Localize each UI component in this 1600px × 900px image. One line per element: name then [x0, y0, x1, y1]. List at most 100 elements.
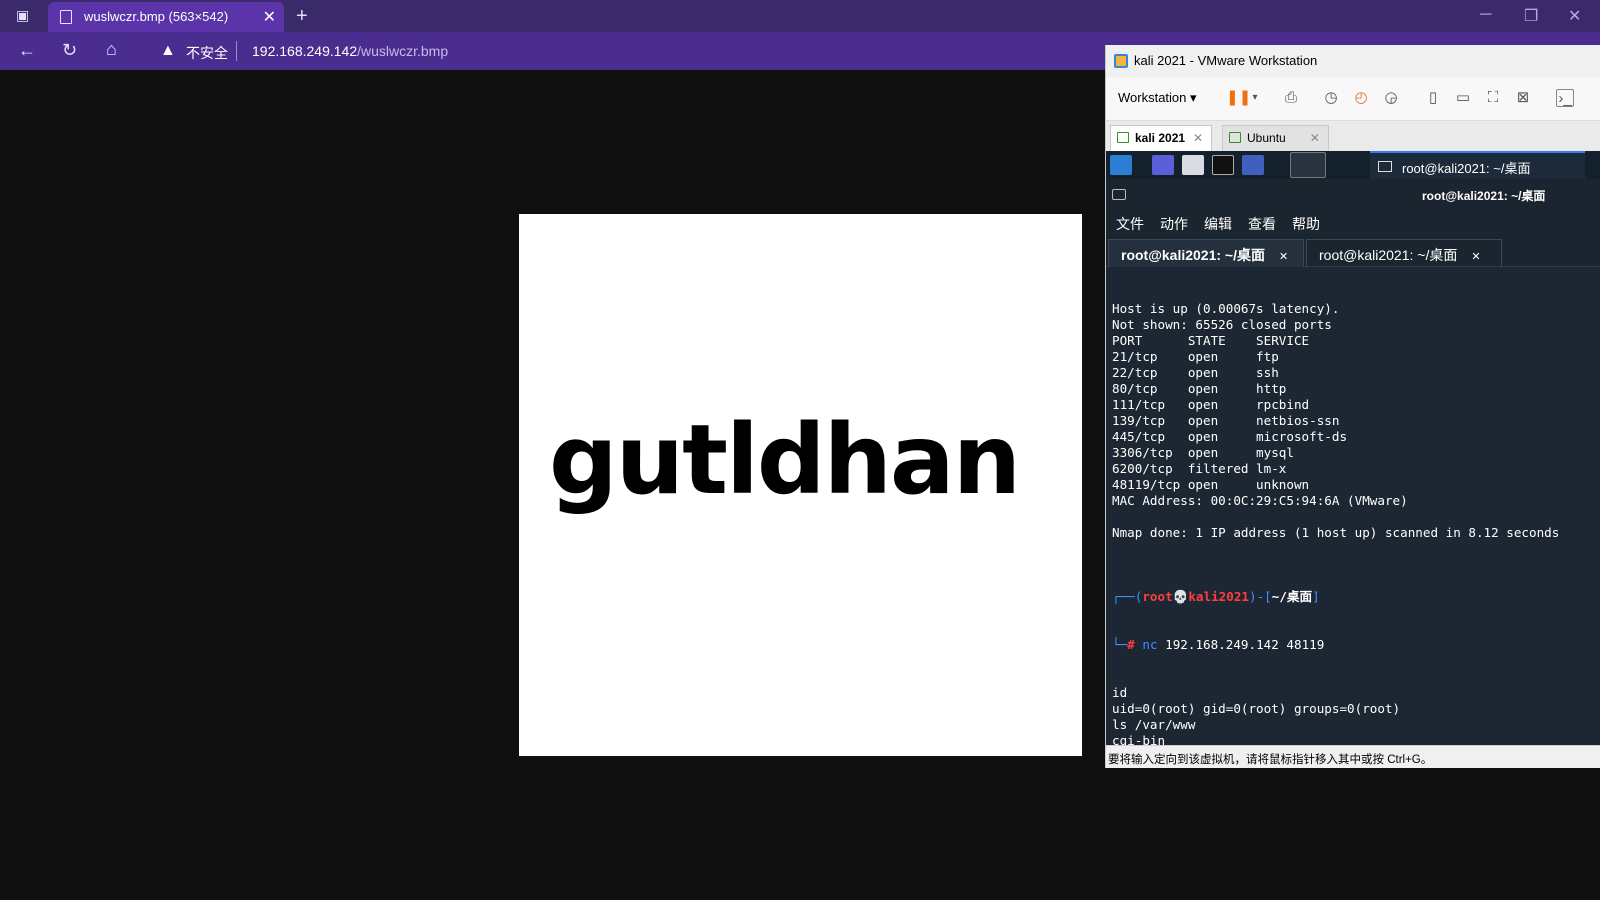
prompt-line-2: └─# nc 192.168.249.142 48119 — [1112, 637, 1600, 653]
menu-help[interactable]: 帮助 — [1292, 214, 1320, 234]
restore-icon[interactable]: ❐ — [1524, 6, 1538, 26]
terminal-line: ls /var/www — [1112, 717, 1196, 732]
prompt-dir: ~/桌面 — [1271, 589, 1313, 604]
menu-file[interactable]: 文件 — [1116, 214, 1144, 234]
prompt-hash-prefix: └─ — [1112, 637, 1128, 652]
fullscreen-icon[interactable]: ⛶ — [1484, 89, 1502, 107]
security-indicator[interactable]: 不安全 — [186, 43, 228, 63]
terminal-line: Nmap done: 1 IP address (1 host up) scan… — [1112, 525, 1560, 540]
screen-recorder-icon[interactable] — [1242, 155, 1264, 175]
kali-menu-icon[interactable] — [1110, 155, 1132, 175]
close-icon[interactable]: ✕ — [1193, 131, 1203, 145]
terminal-line: MAC Address: 00:0C:29:C5:94:6A (VMware) — [1112, 493, 1408, 508]
url-path: /wuslwczr.bmp — [357, 43, 449, 59]
terminal-line: id — [1112, 685, 1128, 700]
image-text: gutldhan — [549, 404, 1021, 516]
address-bar-url[interactable]: 192.168.249.142/wuslwczr.bmp — [252, 43, 448, 59]
terminal-line: Not shown: 65526 closed ports — [1112, 317, 1332, 332]
terminal-scan-output: Host is up (0.00067s latency). Not shown:… — [1112, 301, 1600, 557]
new-tab-icon[interactable]: + — [296, 6, 308, 26]
terminal-tab-label: root@kali2021: ~/桌面 — [1121, 247, 1265, 263]
vm-tab-label: Ubuntu — [1247, 131, 1286, 145]
vm-tab-label: kali 2021 — [1135, 131, 1186, 145]
terminal-line: 6200/tcp filtered lm-x — [1112, 461, 1287, 476]
vm-tab-ubuntu[interactable]: Ubuntu ✕ — [1222, 125, 1329, 151]
close-icon[interactable]: ✕ — [1279, 251, 1288, 263]
command-args: 192.168.249.142 48119 — [1157, 637, 1325, 652]
reload-icon[interactable]: ↻ — [62, 41, 77, 59]
prompt-mid: )-[ — [1249, 589, 1272, 604]
prompt-user: root💀kali2021 — [1142, 589, 1250, 604]
prompt-close: ] — [1312, 589, 1320, 604]
url-host: 192.168.249.142 — [252, 43, 358, 59]
browser-tab-strip: ▣ wuslwczr.bmp (563×542) ✕ + ─ ❐ ✕ — [0, 0, 1600, 32]
workspace-icon[interactable] — [1152, 155, 1174, 175]
command-name: nc — [1142, 637, 1158, 652]
terminal-tab-2[interactable]: root@kali2021: ~/桌面 ✕ — [1306, 239, 1502, 267]
displayed-image: gutldhan — [519, 214, 1082, 756]
vm-icon — [1229, 132, 1241, 143]
pause-icon[interactable]: ❚❚ — [1226, 89, 1251, 107]
close-icon[interactable]: ✕ — [1310, 131, 1320, 145]
workstation-menu[interactable]: Workstation ▾ — [1118, 90, 1197, 106]
vm-tab-strip: kali 2021 ✕ Ubuntu ✕ — [1106, 121, 1600, 151]
menu-view[interactable]: 查看 — [1248, 214, 1276, 234]
address-divider — [236, 41, 237, 61]
pause-dropdown-icon[interactable]: ▾ — [1246, 89, 1264, 107]
vm-icon — [1117, 132, 1129, 143]
library-view-icon[interactable]: ▯ — [1424, 89, 1442, 107]
close-icon[interactable]: ✕ — [1471, 251, 1480, 263]
terminal-tab-label: root@kali2021: ~/桌面 — [1319, 247, 1458, 263]
revert-snapshot-icon[interactable]: ◴ — [1352, 89, 1370, 107]
send-keys-icon[interactable]: ⎙ — [1282, 89, 1300, 107]
terminal-line: 445/tcp open microsoft-ds — [1112, 429, 1348, 444]
vmware-status-bar: 要将输入定向到该虚拟机，请将鼠标指针移入其中或按 Ctrl+G。 — [1106, 745, 1600, 768]
workstation-menu-label: Workstation — [1118, 90, 1187, 105]
taskbar-terminal-item[interactable]: root@kali2021: ~/桌面 — [1370, 151, 1585, 179]
snapshot-manager-icon[interactable]: ◶ — [1382, 89, 1400, 107]
console-view-icon[interactable]: ›_ — [1556, 89, 1574, 107]
back-icon[interactable]: ← — [18, 41, 36, 59]
terminal-output[interactable]: Host is up (0.00067s latency). Not shown:… — [1106, 267, 1600, 745]
terminal-line: 80/tcp open http — [1112, 381, 1287, 396]
terminal-icon[interactable] — [1212, 155, 1234, 175]
close-window-icon[interactable]: ✕ — [1568, 6, 1581, 26]
warning-icon[interactable]: ▲ — [160, 42, 176, 60]
thumbnail-view-icon[interactable]: ▭ — [1454, 89, 1472, 107]
terminal-title: root@kali2021: ~/桌面 — [1422, 189, 1546, 203]
prompt-open: ┌──( — [1112, 589, 1143, 604]
terminal-line: 21/tcp open ftp — [1112, 349, 1279, 364]
prompt-line-1: ┌──(root💀kali2021)-[~/桌面] — [1112, 589, 1600, 605]
menu-actions[interactable]: 动作 — [1160, 214, 1188, 234]
vm-guest-screen[interactable]: root@kali2021: ~/桌面 root@kali2021: ~/桌面 … — [1106, 151, 1600, 745]
kali-panel: root@kali2021: ~/桌面 — [1106, 151, 1600, 179]
snapshot-icon[interactable]: ◷ — [1322, 89, 1340, 107]
unity-icon[interactable]: ⊠ — [1514, 89, 1532, 107]
terminal-tab-strip: root@kali2021: ~/桌面 ✕ root@kali2021: ~/桌面… — [1106, 237, 1600, 267]
file-manager-icon[interactable] — [1182, 155, 1204, 175]
terminal-tab-1[interactable]: root@kali2021: ~/桌面 ✕ — [1108, 239, 1304, 267]
vmware-window: kali 2021 - VMware Workstation Workstati… — [1105, 45, 1600, 768]
prompt-hash: # — [1127, 637, 1135, 652]
terminal-line: 139/tcp open netbios-ssn — [1112, 413, 1340, 428]
active-terminal-icon[interactable] — [1290, 152, 1326, 178]
terminal-line: PORT STATE SERVICE — [1112, 333, 1310, 348]
terminal-line: Host is up (0.00067s latency). — [1112, 301, 1340, 316]
menu-edit[interactable]: 编辑 — [1204, 214, 1232, 234]
terminal-titlebar: root@kali2021: ~/桌面 — [1106, 179, 1600, 209]
terminal-line: 111/tcp open rpcbind — [1112, 397, 1310, 412]
vmware-logo-icon — [1114, 54, 1128, 68]
terminal-line: 48119/tcp open unknown — [1112, 477, 1310, 492]
close-tab-icon[interactable]: ✕ — [263, 7, 276, 27]
tab-actions-icon[interactable]: ▣ — [16, 8, 29, 22]
vmware-window-title: kali 2021 - VMware Workstation — [1134, 53, 1318, 68]
browser-tab-active[interactable]: wuslwczr.bmp (563×542) ✕ — [48, 2, 284, 32]
home-icon[interactable]: ⌂ — [106, 40, 117, 58]
terminal-line: 3306/tcp open mysql — [1112, 445, 1294, 460]
terminal-window-icon — [1112, 189, 1126, 200]
terminal-menubar: 文件 动作 编辑 查看 帮助 — [1106, 209, 1600, 237]
minimize-icon[interactable]: ─ — [1480, 6, 1491, 24]
vm-tab-kali[interactable]: kali 2021 ✕ — [1110, 125, 1213, 151]
